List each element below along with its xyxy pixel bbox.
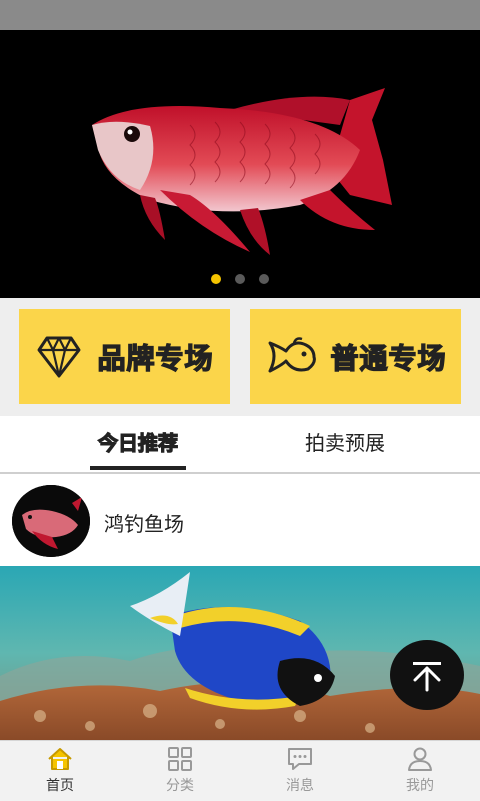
tab-auction-preview[interactable]: 拍卖预展 <box>290 416 400 472</box>
active-tab-indicator <box>90 466 186 470</box>
quick-entry-section: 品牌专场 普通专场 <box>0 298 480 416</box>
home-icon <box>48 748 72 770</box>
back-to-top-button[interactable] <box>390 640 464 710</box>
back-to-top-icon <box>413 662 441 692</box>
regular-special-button[interactable]: 普通专场 <box>250 309 461 404</box>
grid-icon <box>168 747 192 771</box>
nav-home[interactable]: 首页 <box>0 741 120 801</box>
banner-image-arowana <box>0 30 480 298</box>
carousel-dot[interactable] <box>235 274 245 284</box>
shop-avatar[interactable] <box>12 485 90 557</box>
nav-profile[interactable]: 我的 <box>360 741 480 801</box>
nav-category-label: 分类 <box>166 778 194 794</box>
tab-today-recommend[interactable]: 今日推荐 <box>90 416 186 472</box>
nav-messages[interactable]: 消息 <box>240 741 360 801</box>
shop-header[interactable]: 鸿钓鱼场 <box>0 474 480 566</box>
recommend-tabs: 今日推荐 拍卖预展 <box>0 416 480 474</box>
bottom-navigation: 首页 分类 消息 我的 <box>0 740 480 801</box>
nav-category[interactable]: 分类 <box>120 741 240 801</box>
carousel-dot[interactable] <box>259 274 269 284</box>
diamond-icon <box>37 336 81 377</box>
carousel-indicator <box>0 274 480 284</box>
brand-special-button[interactable]: 品牌专场 <box>19 309 230 404</box>
regular-special-label: 普通专场 <box>330 341 447 375</box>
brand-special-label: 品牌专场 <box>97 341 214 375</box>
carousel-dot[interactable] <box>211 274 221 284</box>
fish-icon <box>268 336 317 372</box>
user-icon <box>408 747 432 771</box>
nav-home-label: 首页 <box>46 778 74 794</box>
message-icon <box>288 748 312 770</box>
status-bar <box>0 0 480 30</box>
nav-messages-label: 消息 <box>286 778 314 794</box>
nav-profile-label: 我的 <box>406 778 434 794</box>
banner-carousel[interactable] <box>0 30 480 298</box>
shop-name[interactable]: 鸿钓鱼场 <box>104 508 184 537</box>
